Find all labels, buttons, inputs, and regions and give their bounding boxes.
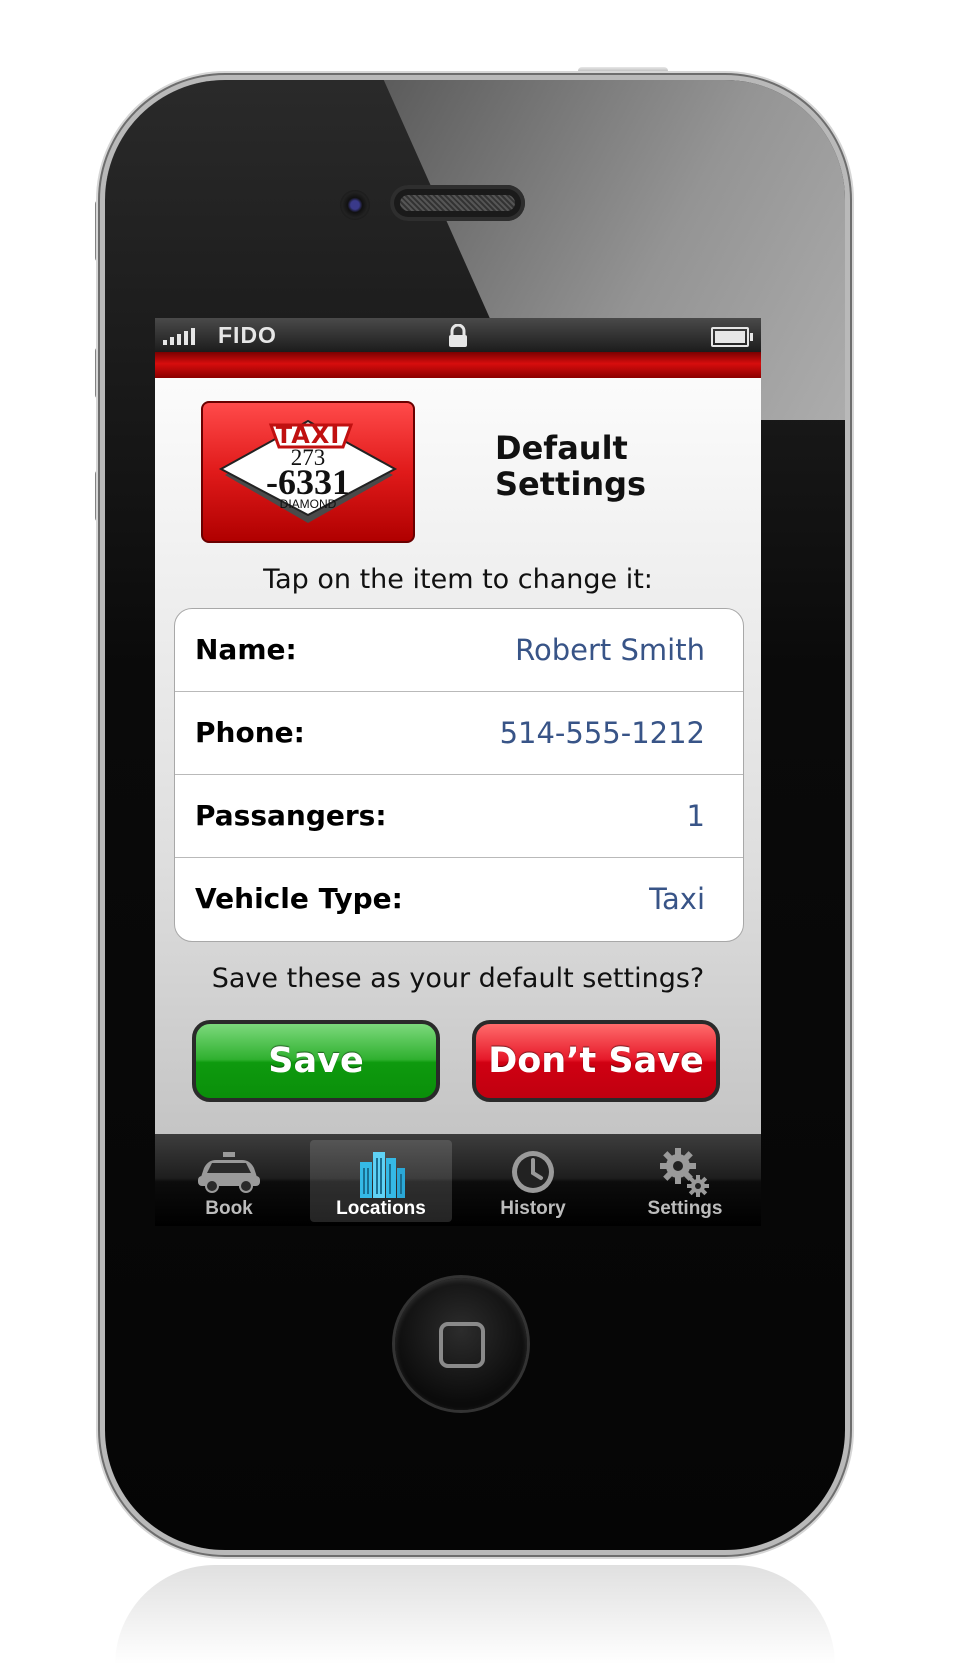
- setting-label: Name:: [195, 633, 297, 666]
- power-button: [578, 67, 668, 77]
- page-title-line1: Default: [495, 429, 628, 467]
- page-title-line2: Settings: [495, 465, 647, 503]
- setting-value: Robert Smith: [515, 633, 705, 667]
- volume-up-button: [95, 347, 105, 399]
- lock-icon: [449, 324, 467, 347]
- buildings-icon: [360, 1152, 405, 1198]
- gears-icon: [660, 1148, 709, 1197]
- tab-label: Settings: [647, 1198, 723, 1219]
- setting-label: Phone:: [195, 716, 305, 749]
- tab-history[interactable]: History: [462, 1140, 604, 1222]
- setting-value: 514-555-1212: [499, 716, 705, 750]
- mute-switch: [95, 200, 105, 262]
- setting-row-vehicle-type[interactable]: Vehicle Type: Taxi: [175, 858, 743, 940]
- top-edge-notch: [334, 72, 340, 80]
- volume-down-button: [95, 470, 105, 522]
- setting-label: Passangers:: [195, 799, 387, 832]
- car-icon: [198, 1152, 260, 1193]
- setting-value: 1: [686, 799, 705, 833]
- clock-icon: [512, 1151, 554, 1193]
- instructions-text: Tap on the item to change it:: [263, 564, 653, 595]
- earpiece-speaker: [390, 185, 525, 221]
- app-screen: FIDO TAXI 273 -6331 DIAMOND Default Sett…: [155, 318, 761, 1226]
- page-title: Default Settings: [495, 430, 646, 502]
- tab-locations[interactable]: Locations: [310, 1140, 452, 1222]
- tab-book[interactable]: Book: [158, 1140, 300, 1222]
- setting-value: Taxi: [649, 882, 705, 916]
- battery-icon: [711, 327, 753, 347]
- carrier-name: FIDO: [218, 322, 277, 348]
- save-prompt-text: Save these as your default settings?: [211, 963, 705, 994]
- tab-bar: Book Locations History Settings: [155, 1134, 761, 1226]
- setting-row-passengers[interactable]: Passangers: 1: [175, 775, 743, 858]
- tab-label: Locations: [336, 1198, 426, 1219]
- settings-table: Name: Robert Smith Phone: 514-555-1212 P…: [174, 608, 744, 942]
- tab-label: History: [500, 1198, 566, 1219]
- taxi-diamond-logo: TAXI 273 -6331 DIAMOND: [201, 401, 415, 543]
- front-camera: [340, 190, 370, 220]
- home-square-icon: [439, 1322, 485, 1368]
- logo-diamond-text: DIAMOND: [279, 497, 337, 511]
- phone-reflection: [115, 1565, 835, 1665]
- setting-row-phone[interactable]: Phone: 514-555-1212: [175, 692, 743, 775]
- dont-save-button[interactable]: Don’t Save: [472, 1020, 720, 1102]
- tab-label: Book: [205, 1198, 253, 1219]
- save-button[interactable]: Save: [192, 1020, 440, 1102]
- status-bar: FIDO: [155, 318, 761, 352]
- signal-bars-icon: [163, 328, 195, 345]
- setting-label: Vehicle Type:: [195, 882, 403, 915]
- home-button[interactable]: [395, 1278, 527, 1410]
- header-red-bar: [155, 352, 761, 378]
- setting-row-name[interactable]: Name: Robert Smith: [175, 609, 743, 692]
- tab-settings[interactable]: Settings: [614, 1140, 756, 1222]
